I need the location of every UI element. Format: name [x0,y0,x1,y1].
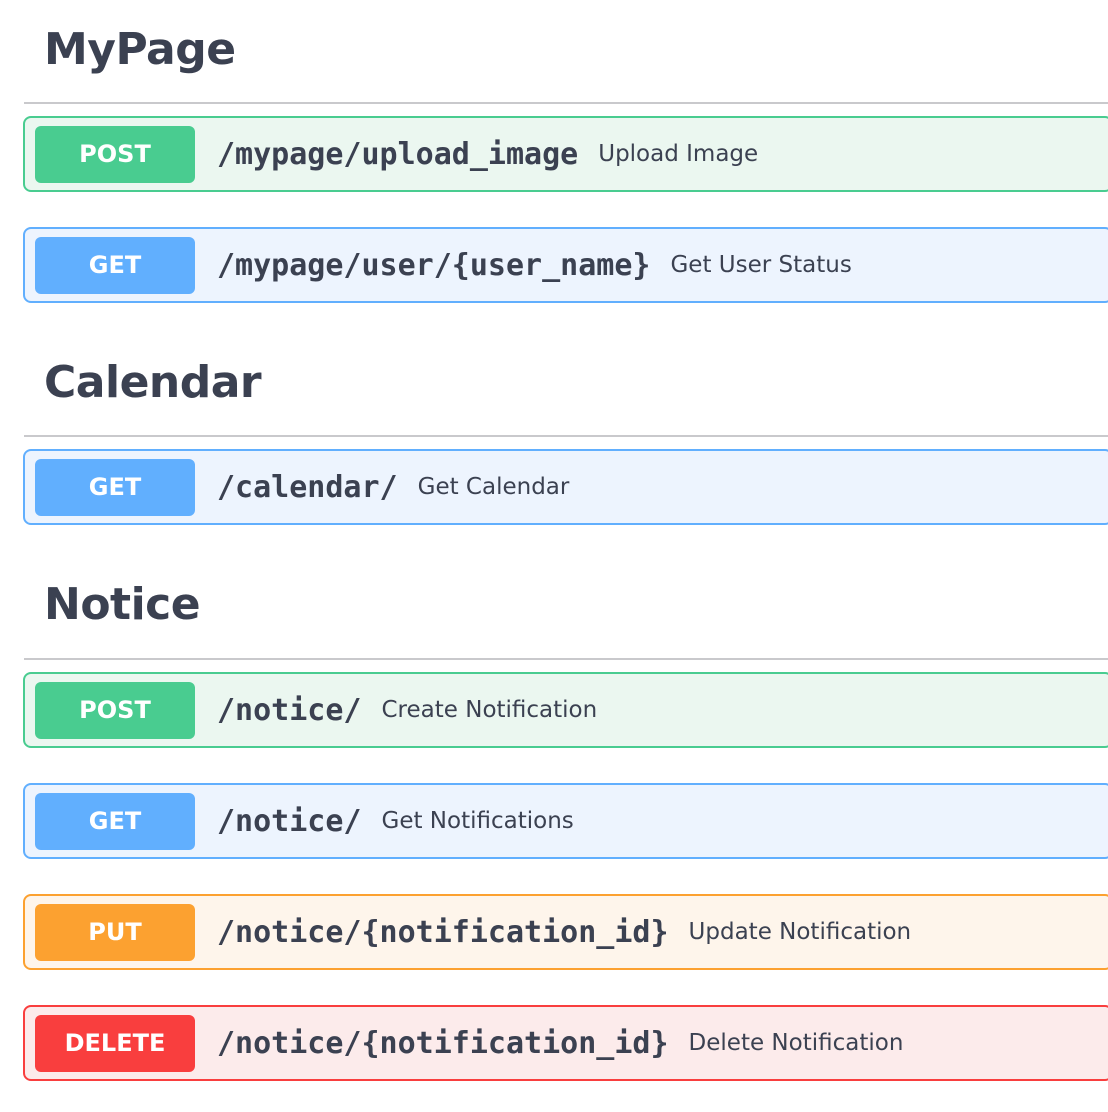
method-badge: PUT [35,903,195,961]
operation-summary: Upload Image [598,141,759,167]
method-badge: DELETE [35,1014,195,1072]
section-divider [24,102,1108,104]
section-divider [24,435,1108,437]
method-badge: POST [35,681,195,739]
section-title-calendar[interactable]: Calendar [44,357,262,409]
operation-path: /calendar/ [217,469,398,505]
operation-get-calendar[interactable]: GET /calendar/ Get Calendar [23,449,1108,525]
operation-summary: Get User Status [670,252,852,278]
operation-get-notice[interactable]: GET /notice/ Get Notifications [23,783,1108,859]
operation-path: /notice/{notification_id} [217,1025,669,1061]
operation-delete-notice-id[interactable]: DELETE /notice/{notification_id} Delete … [23,1005,1108,1081]
operation-path: /notice/ [217,692,362,728]
method-badge: GET [35,236,195,294]
operation-post-notice[interactable]: POST /notice/ Create Notification [23,672,1108,748]
operation-path: /notice/{notification_id} [217,914,669,950]
operation-path: /mypage/user/{user_name} [217,247,651,283]
operation-path: /mypage/upload_image [217,136,579,172]
operation-summary: Delete Notification [688,1030,904,1056]
section-title-notice[interactable]: Notice [44,579,201,631]
operation-get-mypage-user[interactable]: GET /mypage/user/{user_name} Get User St… [23,227,1108,303]
operation-summary: Create Notification [381,697,598,723]
method-badge: GET [35,792,195,850]
operation-summary: Get Notifications [381,808,574,834]
operation-put-notice-id[interactable]: PUT /notice/{notification_id} Update Not… [23,894,1108,970]
method-badge: POST [35,125,195,183]
operation-path: /notice/ [217,803,362,839]
operation-post-mypage-upload-image[interactable]: POST /mypage/upload_image Upload Image [23,116,1108,192]
section-title-mypage[interactable]: MyPage [44,24,236,76]
operation-summary: Get Calendar [417,474,570,500]
section-divider [24,658,1108,660]
operation-summary: Update Notification [688,919,912,945]
method-badge: GET [35,458,195,516]
